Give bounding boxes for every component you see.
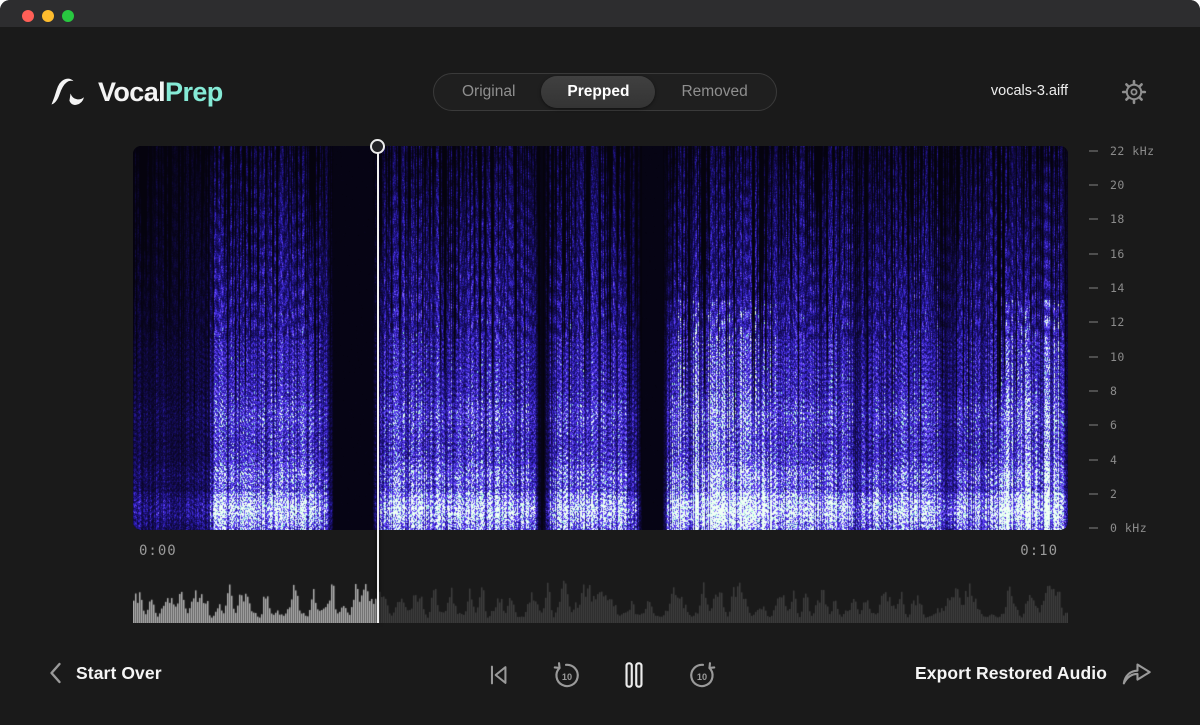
freq-tick-row: 2	[1089, 488, 1189, 501]
spectrogram-view[interactable]	[133, 146, 1068, 530]
freq-tick-row: 10	[1089, 350, 1189, 363]
freq-label: 4	[1110, 453, 1117, 467]
freq-tick	[1089, 459, 1098, 461]
tab-prepped[interactable]: Prepped	[541, 76, 655, 108]
vocalprep-window: VocalPrep Original Prepped Removed vocal…	[0, 0, 1200, 725]
app-logo: VocalPrep	[50, 70, 223, 114]
share-arrow-icon	[1121, 660, 1153, 687]
waveform-canvas[interactable]	[133, 570, 1068, 623]
svg-text:10: 10	[696, 671, 706, 681]
waveform-strip[interactable]	[133, 570, 1068, 623]
export-restored-audio-button[interactable]: Export Restored Audio	[915, 660, 1153, 687]
freq-label: 12	[1110, 315, 1125, 329]
freq-label: 22 kHz	[1110, 144, 1155, 158]
rewind-10-icon: 10	[551, 660, 582, 691]
svg-text:10: 10	[561, 671, 571, 681]
freq-tick	[1089, 150, 1098, 152]
chevron-left-icon	[47, 660, 63, 686]
minimize-window-button[interactable]	[42, 10, 54, 22]
freq-tick-row: 8	[1089, 385, 1189, 398]
export-label: Export Restored Audio	[915, 663, 1107, 684]
freq-tick-row: 14	[1089, 281, 1189, 294]
app-title-accent: Prep	[165, 77, 223, 107]
forward-10-icon: 10	[687, 660, 718, 691]
zoom-window-button[interactable]	[62, 10, 74, 22]
time-end-label: 0:10	[1020, 543, 1058, 559]
forward-10-button[interactable]: 10	[685, 658, 719, 692]
time-start-label: 0:00	[139, 543, 177, 559]
spectrogram-canvas[interactable]	[133, 146, 1068, 530]
freq-tick	[1089, 253, 1098, 255]
pause-icon	[620, 659, 648, 691]
freq-label: 10	[1110, 350, 1125, 364]
gear-icon	[1120, 78, 1148, 106]
freq-axis: 22 kHz 20 18 16 14 12 10 8 6 4 2 0 kHz	[1089, 144, 1189, 535]
freq-tick-row: 22 kHz	[1089, 144, 1189, 157]
freq-tick	[1089, 424, 1098, 426]
freq-tick	[1089, 287, 1098, 289]
close-window-button[interactable]	[22, 10, 34, 22]
freq-tick-row: 12	[1089, 316, 1189, 329]
tab-removed[interactable]: Removed	[655, 76, 773, 108]
rewind-10-button[interactable]: 10	[549, 658, 583, 692]
freq-tick-row: 16	[1089, 247, 1189, 260]
tab-original[interactable]: Original	[436, 76, 541, 108]
start-over-button[interactable]: Start Over	[47, 660, 162, 686]
skip-to-start-button[interactable]	[481, 658, 515, 692]
freq-tick-row: 6	[1089, 419, 1189, 432]
freq-tick-row: 20	[1089, 178, 1189, 191]
vocalprep-logo-icon	[50, 76, 88, 108]
app-title: VocalPrep	[98, 77, 223, 108]
freq-tick	[1089, 184, 1098, 186]
settings-button[interactable]	[1120, 78, 1148, 106]
titlebar	[0, 0, 1200, 27]
freq-tick-row: 0 kHz	[1089, 522, 1189, 535]
freq-label: 16	[1110, 247, 1125, 261]
freq-label: 2	[1110, 487, 1117, 501]
view-mode-segmented-control: Original Prepped Removed	[433, 73, 777, 111]
freq-label: 0 kHz	[1110, 521, 1147, 535]
freq-label: 18	[1110, 212, 1125, 226]
freq-tick	[1089, 321, 1098, 323]
pause-button[interactable]	[617, 658, 651, 692]
freq-tick	[1089, 390, 1098, 392]
freq-label: 8	[1110, 384, 1117, 398]
freq-tick	[1089, 493, 1098, 495]
freq-tick	[1089, 218, 1098, 220]
playhead-line[interactable]	[377, 146, 379, 623]
start-over-label: Start Over	[76, 663, 162, 684]
freq-tick-row: 18	[1089, 213, 1189, 226]
freq-tick	[1089, 527, 1098, 529]
freq-label: 20	[1110, 178, 1125, 192]
playhead-handle[interactable]	[369, 138, 386, 155]
freq-label: 14	[1110, 281, 1125, 295]
skip-to-start-icon	[485, 662, 511, 688]
loaded-filename: vocals-3.aiff	[991, 83, 1068, 99]
freq-label: 6	[1110, 418, 1117, 432]
freq-tick-row: 4	[1089, 453, 1189, 466]
freq-tick	[1089, 356, 1098, 358]
